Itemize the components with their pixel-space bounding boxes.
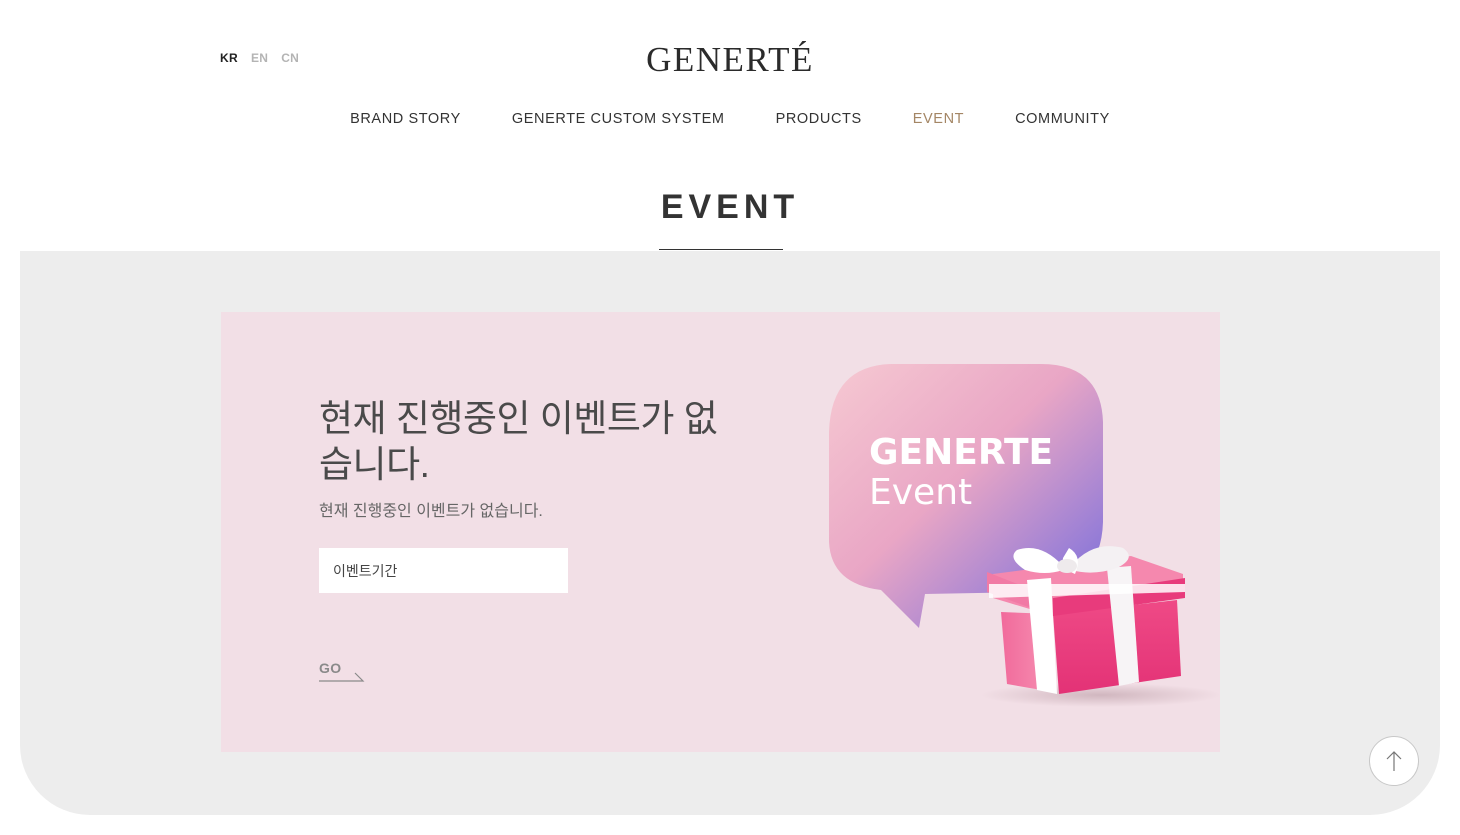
nav-item-custom-system[interactable]: GENERTE CUSTOM SYSTEM — [512, 111, 725, 127]
event-period-box: 이벤트기간 — [319, 548, 568, 593]
nav-item-community[interactable]: COMMUNITY — [1015, 111, 1110, 127]
nav-item-event[interactable]: EVENT — [913, 111, 964, 127]
bubble-subtitle: Event — [869, 472, 972, 513]
event-card: 현재 진행중인 이벤트가 없습니다. 현재 진행중인 이벤트가 없습니다. 이벤… — [221, 312, 1220, 752]
arrow-up-icon — [1386, 751, 1402, 771]
title-underline — [659, 249, 783, 250]
event-heading: 현재 진행중인 이벤트가 없습니다. — [319, 398, 718, 485]
go-button[interactable]: GO — [319, 660, 367, 684]
event-subtext: 현재 진행중인 이벤트가 없습니다. — [319, 503, 543, 520]
nav-item-brand-story[interactable]: BRAND STORY — [350, 111, 461, 127]
nav-item-products[interactable]: PRODUCTS — [776, 111, 862, 127]
main-nav: BRAND STORY GENERTE CUSTOM SYSTEM PRODUC… — [0, 111, 1460, 127]
scroll-top-button[interactable] — [1369, 736, 1419, 786]
event-illustration: GENERTE Event — [829, 364, 1220, 707]
bubble-title: GENERTE — [869, 432, 1053, 473]
page: KR EN CN GENERTÉ BRAND STORY GENERTE CUS… — [0, 0, 1460, 835]
page-title: EVENT — [660, 188, 800, 226]
brand-logo[interactable]: GENERTÉ — [0, 40, 1460, 80]
arrow-right-icon — [319, 672, 365, 682]
event-period-label: 이벤트기간 — [333, 562, 398, 579]
